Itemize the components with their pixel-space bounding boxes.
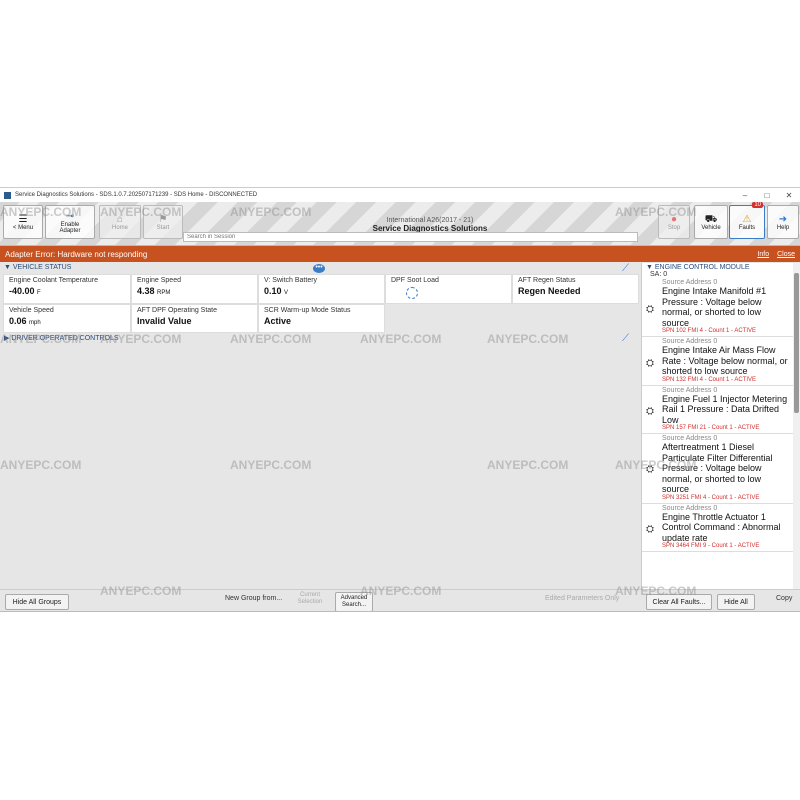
window-controls: – □ ✕ xyxy=(734,191,800,200)
current-selection-button[interactable]: Current Selection xyxy=(296,592,324,606)
advanced-search-button[interactable]: Advanced Search... xyxy=(335,592,373,611)
adapter-error-bar: Adapter Error: Hardware not responding I… xyxy=(0,246,800,262)
driver-controls-header[interactable]: ▶ DRIVER OPERATED CONTROLS xyxy=(0,334,119,344)
faults-button[interactable]: 10 ⚠ Faults xyxy=(729,202,765,239)
hide-all-button[interactable]: Hide All xyxy=(717,594,755,610)
start-button[interactable]: ⚑ Start xyxy=(143,205,183,239)
param-cell[interactable]: Engine Coolant Temperature -40.00 F xyxy=(3,274,131,304)
param-cell[interactable]: Vehicle Speed 0.06 mph xyxy=(3,304,131,333)
fault-item[interactable]: ⛭ Source Address 0 Aftertreatment 1 Dies… xyxy=(642,434,793,504)
fault-item[interactable]: ⛭ Source Address 0 Engine Intake Manifol… xyxy=(642,278,793,337)
menu-button[interactable]: ☰ < Menu xyxy=(3,205,43,239)
engine-icon: ⛭ xyxy=(646,303,654,315)
ecm-header[interactable]: ▼ ENGINE CONTROL MODULE xyxy=(642,263,793,271)
hamburger-icon: ☰ xyxy=(18,213,28,225)
enable-adapter-button[interactable]: ⊸ Enable Adapter xyxy=(45,205,95,239)
fault-item[interactable]: ⛭ Source Address 0 Engine Fuel 1 Injecto… xyxy=(642,386,793,434)
engine-icon: ⛭ xyxy=(646,524,654,536)
enable-adapter-label: Enable Adapter xyxy=(59,221,81,234)
param-cell[interactable]: DPF Soot Load xyxy=(385,274,512,304)
chart-icon[interactable]: ⟋ xyxy=(622,333,629,344)
engine-icon: ⛭ xyxy=(646,357,654,369)
fault-item[interactable]: ⛭ Source Address 0 Engine Intake Air Mas… xyxy=(642,337,793,386)
home-button[interactable]: ⌂ Home xyxy=(99,205,141,239)
vehicle-label: Vehicle xyxy=(701,224,721,231)
faults-scrollbar[interactable] xyxy=(793,263,800,589)
param-cell[interactable]: SCR Warm-up Mode Status Active xyxy=(258,304,385,333)
maximize-button[interactable]: □ xyxy=(756,191,778,200)
minimize-button[interactable]: – xyxy=(734,191,756,200)
faults-count-badge: 10 xyxy=(752,202,763,208)
close-error-link[interactable]: Close xyxy=(777,251,795,258)
edited-parameters-toggle[interactable]: Edited Parameters Only xyxy=(545,595,619,602)
home-icon: ⌂ xyxy=(116,213,124,225)
home-label: Home xyxy=(111,224,128,231)
parameters-pane: ▼ VEHICLE STATUS ••• ⟋ Engine Coolant Te… xyxy=(0,263,640,589)
main-area: ▼ VEHICLE STATUS ••• ⟋ Engine Coolant Te… xyxy=(0,263,800,611)
clear-all-faults-button[interactable]: Clear All Faults... xyxy=(646,594,712,610)
bottom-bar: Hide All Groups New Group from... Curren… xyxy=(0,589,800,611)
truck-icon: ⛟ xyxy=(704,213,718,225)
help-label: Help xyxy=(776,224,790,231)
vehicle-button[interactable]: ⛟ Vehicle xyxy=(694,205,728,239)
title-bar: Service Diagnostics Solutions - SDS.1.0.… xyxy=(0,188,800,202)
loading-spinner-icon xyxy=(406,287,418,299)
chart-icon[interactable]: ⟋ xyxy=(622,263,629,274)
session-search-input[interactable] xyxy=(183,232,638,242)
param-cell[interactable]: AFT DPF Operating State Invalid Value xyxy=(131,304,258,333)
engine-icon: ⛭ xyxy=(646,464,654,476)
engine-icon: ⛭ xyxy=(646,406,654,418)
session-title: International A26(2017 - 21) Service Dia… xyxy=(300,217,560,233)
expand-triangle-icon: ▶ xyxy=(4,335,10,342)
more-options-icon[interactable]: ••• xyxy=(313,264,325,273)
help-arrow-icon: ➜ xyxy=(778,213,788,225)
copy-button[interactable]: Copy xyxy=(776,595,792,602)
warning-icon: ⚠ xyxy=(742,213,752,225)
window-title: Service Diagnostics Solutions - SDS.1.0.… xyxy=(15,192,258,198)
start-label: Start xyxy=(156,224,170,231)
stop-icon: ● xyxy=(670,213,678,225)
app-window: Service Diagnostics Solutions - SDS.1.0.… xyxy=(0,187,800,612)
faults-panel: ▼ ENGINE CONTROL MODULE SA: 0 ⛭ Source A… xyxy=(641,263,793,589)
collapse-triangle-icon: ▼ xyxy=(646,264,653,271)
source-address-summary: SA: 0 xyxy=(650,271,668,278)
param-cell[interactable]: V: Switch Battery 0.10 V xyxy=(258,274,385,304)
adapter-plug-icon: ⊸ xyxy=(65,210,75,222)
flag-icon: ⚑ xyxy=(158,213,168,225)
collapse-triangle-icon: ▼ xyxy=(4,264,11,271)
vehicle-model: International A26(2017 - 21) xyxy=(386,217,474,224)
menu-label: < Menu xyxy=(12,224,34,231)
help-button[interactable]: ➜ Help xyxy=(767,205,799,239)
param-cell[interactable]: AFT Regen Status Regen Needed xyxy=(512,274,639,304)
close-window-button[interactable]: ✕ xyxy=(778,191,800,200)
stop-label: Stop xyxy=(667,224,681,231)
faults-label: Faults xyxy=(738,224,756,231)
fault-item[interactable]: ⛭ Source Address 0 Engine Throttle Actua… xyxy=(642,504,793,552)
hide-all-groups-button[interactable]: Hide All Groups xyxy=(5,594,69,610)
error-message: Adapter Error: Hardware not responding xyxy=(5,249,148,259)
app-logo-icon xyxy=(4,191,11,199)
stop-button[interactable]: ● Stop xyxy=(658,205,690,239)
new-group-label: New Group from... xyxy=(225,595,283,602)
toolbar: ☰ < Menu ⊸ Enable Adapter ⌂ Home ⚑ Start… xyxy=(0,202,800,246)
param-cell[interactable]: Engine Speed 4.38 RPM xyxy=(131,274,258,304)
scrollbar-thumb[interactable] xyxy=(794,273,799,413)
info-link[interactable]: Info xyxy=(757,251,769,258)
